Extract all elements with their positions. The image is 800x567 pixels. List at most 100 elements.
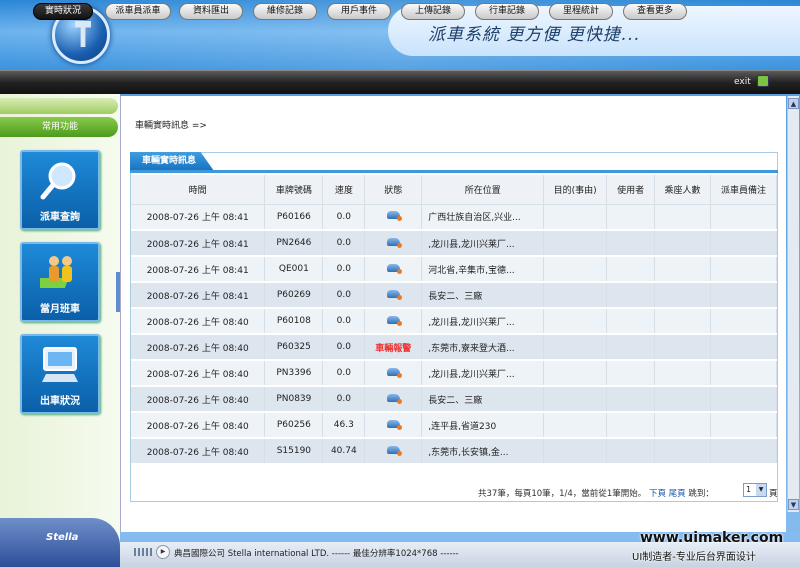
table-row[interactable]: 2008-07-26 上午 08:41 QE001 0.0 河北省,辛集市,宝德... (131, 256, 778, 283)
tile-label: 當月班車 (40, 304, 80, 315)
cell-time: 2008-07-26 上午 08:41 (131, 282, 266, 309)
cell-speed: 0.0 (322, 360, 366, 387)
exit-link[interactable]: exit (734, 77, 751, 87)
cell-remarks (710, 256, 778, 283)
tile-monthly-shuttle[interactable]: 當月班車 (20, 242, 100, 322)
nav-item-trip-log[interactable]: 行車記錄 (475, 3, 539, 20)
table-row[interactable]: 2008-07-26 上午 08:40 P60325 0.0 車輛報警 ,东莞市,寮来登… (131, 334, 778, 361)
cell-speed: 0.0 (322, 230, 366, 257)
last-page-link[interactable]: 尾頁 (669, 489, 686, 499)
cell-user (606, 360, 656, 387)
cell-purpose (543, 360, 608, 387)
cell-passengers (654, 282, 711, 309)
cell-passengers (654, 438, 711, 465)
cell-status (364, 438, 423, 465)
cell-time: 2008-07-26 上午 08:40 (131, 360, 266, 387)
jump-label: 跳到： (688, 489, 714, 499)
cell-passengers (654, 360, 711, 387)
cell-purpose (543, 308, 608, 335)
tile-vehicle-status[interactable]: 出車狀況 (20, 334, 100, 414)
car-status-icon[interactable] (386, 211, 402, 222)
cell-user (606, 412, 656, 439)
nav-item-user-events[interactable]: 用戶事件 (327, 3, 391, 20)
cell-location: ,东莞市,寮来登大酒... (421, 334, 545, 361)
cell-time: 2008-07-26 上午 08:40 (131, 412, 266, 439)
cell-passengers (654, 308, 711, 335)
nav-item-dispatch[interactable]: 派車員派車 (105, 3, 171, 20)
nav-item-more[interactable]: 查看更多 (623, 3, 687, 20)
cell-time: 2008-07-26 上午 08:41 (131, 204, 266, 231)
cell-purpose (543, 256, 608, 283)
nav-item-realtime-status[interactable]: 實時狀況 (33, 3, 93, 20)
scroll-down-icon[interactable]: ▼ (788, 499, 799, 510)
table-row[interactable]: 2008-07-26 上午 08:40 P60108 0.0 ,龙川县,龙川兴莱厂..… (131, 308, 778, 335)
panel-divider (130, 170, 778, 173)
sidebar-title: 常用功能 (0, 117, 118, 137)
table-row[interactable]: 2008-07-26 上午 08:41 P60269 0.0 長安二、三廠 (131, 282, 778, 309)
cell-user (606, 282, 656, 309)
vertical-scrollbar[interactable]: ▲ ▼ (787, 96, 799, 512)
cell-status (364, 308, 423, 335)
car-status-icon[interactable] (386, 445, 402, 456)
col-purpose: 目的(事由) (543, 175, 608, 205)
cell-plate: P60325 (264, 334, 324, 361)
col-plate: 車牌號碼 (264, 175, 324, 205)
car-status-icon[interactable] (386, 419, 402, 430)
cell-passengers (654, 386, 711, 413)
search-icon (40, 162, 76, 200)
cell-user (606, 256, 656, 283)
cell-user (606, 334, 656, 361)
car-status-icon[interactable] (386, 237, 402, 248)
table-row[interactable]: 2008-07-26 上午 08:41 PN2646 0.0 ,龙川县,龙川兴莱厂..… (131, 230, 778, 257)
cell-time: 2008-07-26 上午 08:40 (131, 308, 266, 335)
cell-remarks (710, 204, 778, 231)
car-status-icon[interactable] (386, 263, 402, 274)
next-page-link[interactable]: 下頁 (649, 489, 666, 499)
cell-purpose (543, 438, 608, 465)
nav-item-maintenance[interactable]: 維修記錄 (253, 3, 317, 20)
cell-location: ,东莞市,长安镇,金... (421, 438, 545, 465)
cell-plate: PN0839 (264, 386, 324, 413)
play-icon[interactable]: ▶ (156, 545, 170, 559)
vehicle-table: 時間 車牌號碼 速度 狀態 所在位置 目的(事由) 使用者 乘座人數 派車員備注… (131, 175, 778, 465)
cell-user (606, 308, 656, 335)
cell-time: 2008-07-26 上午 08:40 (131, 386, 266, 413)
watermark-caption: UI制造者-专业后台界面设计 (632, 552, 756, 563)
cell-passengers (654, 256, 711, 283)
car-status-icon[interactable] (386, 315, 402, 326)
cell-purpose (543, 386, 608, 413)
page-select-value: 1 (746, 485, 752, 494)
breadcrumb: 車輛實時訊息 => (135, 121, 207, 131)
chevron-down-icon[interactable]: ▼ (756, 484, 766, 496)
car-status-icon[interactable] (386, 289, 402, 300)
cell-plate: P60256 (264, 412, 324, 439)
table-row[interactable]: 2008-07-26 上午 08:40 S15190 40.74 ,东莞市,长安镇,金… (131, 438, 778, 465)
table-row[interactable]: 2008-07-26 上午 08:40 PN0839 0.0 長安二、三廠 (131, 386, 778, 413)
panel-title: 車輛實時訊息 (130, 152, 214, 171)
cell-remarks (710, 412, 778, 439)
watermark-site: www.uimaker.com (640, 530, 784, 546)
cell-speed: 0.0 (322, 282, 366, 309)
col-user: 使用者 (606, 175, 656, 205)
scroll-up-icon[interactable]: ▲ (788, 98, 799, 109)
cell-status: 車輛報警 (364, 334, 423, 361)
page-select[interactable]: 1 ▼ (743, 483, 767, 497)
table-row[interactable]: 2008-07-26 上午 08:40 PN3396 0.0 ,龙川县,龙川兴莱厂..… (131, 360, 778, 387)
nav-item-data-export[interactable]: 資料匯出 (179, 3, 243, 20)
tile-dispatch-query[interactable]: 派車查詢 (20, 150, 100, 230)
brand-footer: Stella (0, 518, 120, 567)
col-speed: 速度 (322, 175, 366, 205)
nav-item-mileage[interactable]: 里程統計 (549, 3, 613, 20)
car-status-icon[interactable] (386, 367, 402, 378)
nav-item-uploads[interactable]: 上傳記錄 (401, 3, 465, 20)
exit-icon[interactable] (757, 75, 769, 87)
car-status-icon[interactable] (386, 393, 402, 404)
cell-speed: 46.3 (322, 412, 366, 439)
table-row[interactable]: 2008-07-26 上午 08:41 P60166 0.0 广西壮族自治区,兴业..… (131, 204, 778, 231)
col-status: 狀態 (364, 175, 423, 205)
cell-plate: P60269 (264, 282, 324, 309)
page-suffix: 頁 (769, 489, 778, 499)
table-row[interactable]: 2008-07-26 上午 08:40 P60256 46.3 ,连平县,省道230 (131, 412, 778, 439)
tile-label: 出車狀況 (40, 396, 80, 407)
cell-status (364, 230, 423, 257)
